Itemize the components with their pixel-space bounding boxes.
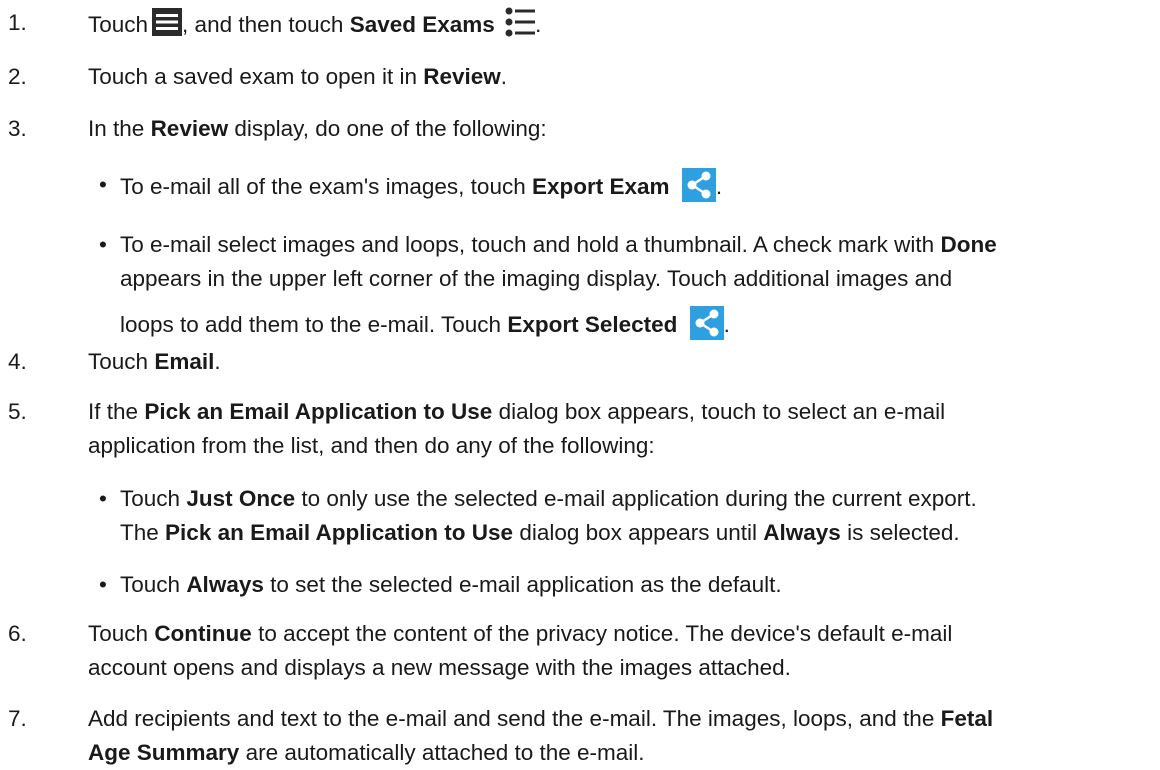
bullet-text: Touch Just Once to only use the selected… (120, 482, 1148, 550)
text: Touch (88, 349, 149, 374)
text: . (715, 174, 723, 199)
text: account opens and displays a new message… (88, 655, 791, 680)
text: are automatically attached to the e-mail… (245, 740, 645, 765)
step-number: 2. (8, 64, 27, 89)
text: Add recipients and text to the e-mail an… (88, 706, 935, 731)
step-text: If the Pick an Email Application to Use … (88, 395, 1148, 463)
text: In the (88, 116, 145, 141)
text: dialog box appears, touch to select an e… (498, 399, 946, 424)
text: . (723, 312, 730, 337)
text: , and then touch (182, 12, 344, 37)
step-number: 1. (8, 10, 27, 35)
text: Touch a saved exam to open it in (88, 64, 417, 89)
text: Touch (88, 621, 149, 646)
text: Touch (120, 486, 181, 511)
text: To e-mail all of the exam's images, touc… (120, 174, 526, 199)
text: loops to add them to the e-mail. Touch (120, 312, 502, 337)
text: to set the selected e-mail application a… (270, 572, 782, 597)
text: . (535, 12, 542, 37)
text: . (500, 64, 508, 89)
bullet-dot: • (99, 232, 107, 257)
review-label: Review (423, 64, 501, 89)
step-text: Add recipients and text to the e-mail an… (88, 702, 1148, 770)
bullet-text: To e-mail select images and loops, touch… (120, 228, 1148, 342)
always-label: Always (186, 572, 264, 597)
export-selected-label: Export Selected (507, 312, 678, 337)
continue-label: Continue (154, 621, 252, 646)
just-once-label: Just Once (186, 486, 296, 511)
text: If the (88, 399, 139, 424)
text: display, do one of the following: (234, 116, 547, 141)
list-icon (505, 6, 536, 38)
text: is selected. (847, 520, 960, 545)
text: appears in the upper left corner of the … (120, 266, 953, 291)
menu-icon (152, 8, 183, 36)
pick-email-app-label: Pick an Email Application to Use (165, 520, 514, 545)
export-exam-label: Export Exam (532, 174, 670, 199)
text: . (214, 349, 221, 374)
bullet-text: Touch Always to set the selected e-mail … (120, 568, 1148, 602)
email-label: Email (154, 349, 215, 374)
review-label: Review (150, 116, 229, 141)
text: to only use the selected e-mail applicat… (301, 486, 977, 511)
share-icon (681, 168, 716, 202)
text: dialog box appears until (519, 520, 757, 545)
step-text: In the Review display, do one of the fol… (88, 112, 1148, 146)
bullet-dot: • (99, 172, 107, 197)
done-label: Done (940, 232, 997, 257)
step-number: 4. (8, 349, 27, 374)
step-text: Touch Email. (88, 345, 1148, 379)
text: Touch (120, 572, 181, 597)
age-summary-label: Age Summary (88, 740, 240, 765)
step-text: Touch Continue to accept the content of … (88, 617, 1148, 685)
text: To e-mail select images and loops, touch… (120, 232, 935, 257)
share-icon (689, 306, 724, 340)
saved-exams-label: Saved Exams (349, 12, 495, 37)
text: Touch (88, 12, 149, 37)
step-text: Touch , and then touch Saved Exams . (88, 6, 1148, 42)
step-number: 5. (8, 399, 27, 424)
step-text: Touch a saved exam to open it in Review. (88, 60, 1148, 94)
text: application from the list, and then do a… (88, 433, 655, 458)
bullet-dot: • (99, 572, 107, 597)
step-number: 6. (8, 621, 27, 646)
step-number: 3. (8, 116, 27, 141)
bullet-text: To e-mail all of the exam's images, touc… (120, 168, 1148, 204)
step-number: 7. (8, 706, 27, 731)
text: to accept the content of the privacy not… (258, 621, 953, 646)
text: The (120, 520, 159, 545)
bullet-dot: • (99, 486, 107, 511)
pick-email-app-label: Pick an Email Application to Use (144, 399, 493, 424)
always-label: Always (763, 520, 841, 545)
fetal-label: Fetal (940, 706, 994, 731)
